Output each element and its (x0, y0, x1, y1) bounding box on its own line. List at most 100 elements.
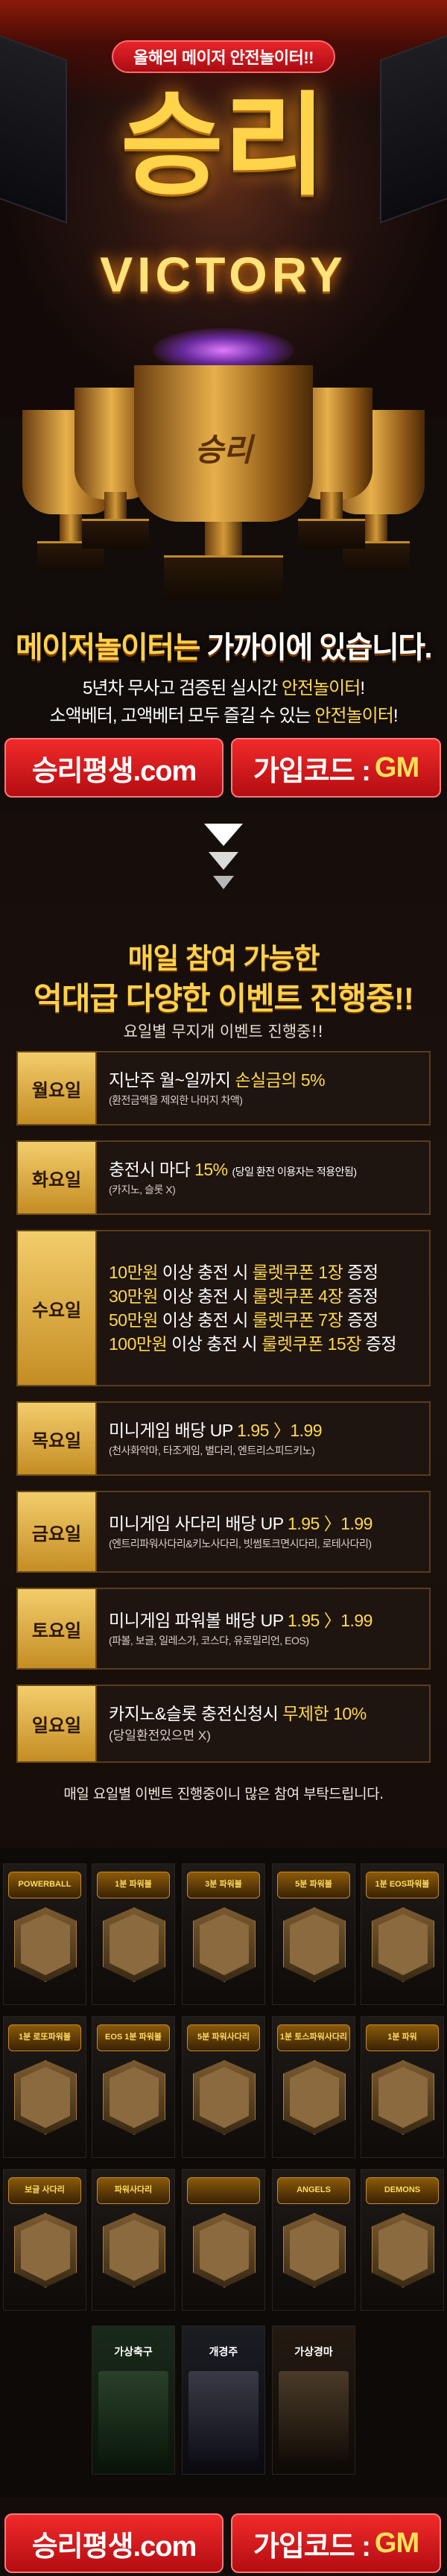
trophy-logo: 승리 (194, 434, 253, 468)
event-note: (파볼, 보글, 일레스가, 코스다, 유로밀리언, EOS) (109, 1634, 309, 1647)
event-row-tuesday: 화요일 충전시 마다 15% (당일 환전 이용자는 적용안됨) (카지노, 슬… (16, 1140, 431, 1215)
day-label: 수요일 (16, 1230, 97, 1386)
event-text: 미니게임 파워볼 배당 UP (109, 1610, 284, 1630)
intro-line-1-highlight: 안전놀이터 (281, 678, 361, 698)
event-body: 미니게임 파워볼 배당 UP 1.95 〉1.99 (파볼, 보글, 일레스가,… (97, 1588, 431, 1670)
event-text: 이상 충전 시 (171, 1334, 258, 1354)
hero-section: 올해의 메이저 안전놀이터!! 승리 VICTORY (0, 0, 447, 417)
game-tile[interactable]: 3분 파워볼 (182, 1863, 265, 2005)
signup-code-label: 가입코드 : (253, 2531, 371, 2563)
events-title-1: 매일 참여 가능한 (127, 944, 320, 975)
game-tile[interactable]: 5분 파워볼 (272, 1863, 355, 2005)
game-tile[interactable] (182, 2169, 265, 2311)
game-title: 파워사다리 (97, 2177, 170, 2204)
intro-line-1-text: 5년차 무사고 검증된 실시간 (83, 678, 278, 698)
event-line: 50만원 이상 충전 시 룰렛쿠폰 7장 증정 (109, 1308, 417, 1332)
game-tile[interactable]: 1분 로또파워볼 (3, 2016, 86, 2158)
game-badge-icon (103, 1907, 165, 1982)
trophies-decoration: 승리 (0, 365, 447, 611)
game-tile[interactable]: EOS 1분 파워볼 (92, 2016, 175, 2158)
logo-korean: 승리 (120, 83, 326, 208)
event-line: 10만원 이상 충전 시 룰렛쿠폰 1장 증정 (109, 1260, 417, 1284)
event-line: 100만원 이상 충전 시 룰렛쿠폰 15장 증정 (109, 1332, 417, 1356)
event-note: (천사화악마, 타조게임, 별다리, 엔트리스피드키노) (109, 1444, 315, 1456)
top-banner: 올해의 메이저 안전놀이터!! (112, 40, 335, 73)
game-badge-icon (14, 2213, 77, 2288)
game-tile[interactable]: 1분 파워 (361, 2016, 444, 2158)
event-line: 30만원 이상 충전 시 룰렛쿠폰 4장 증정 (109, 1284, 417, 1308)
signup-code-value: GM (374, 2527, 419, 2559)
event-text: 이상 충전 시 (162, 1262, 249, 1282)
game-badge-icon (372, 2060, 434, 2135)
virtual-game-tile[interactable]: 가상경마 (272, 2326, 355, 2475)
logo-english: VICTORY (100, 247, 347, 302)
cta-row-top: 승리평생.com 가입코드 : GM (0, 738, 447, 798)
event-amount: 100만원 (109, 1334, 168, 1354)
event-text: 카지노&슬롯 충전신청시 (109, 1703, 279, 1723)
event-note: (카지노, 슬롯 X) (109, 1183, 176, 1196)
event-text: 이상 충전 시 (162, 1286, 249, 1306)
virtual-game-title: 개경주 (209, 2346, 238, 2358)
game-tile[interactable]: ANGELS (272, 2169, 355, 2311)
event-amount: 30만원 (109, 1286, 158, 1306)
event-amount: 50만원 (109, 1310, 158, 1330)
game-title: DEMONS (366, 2177, 439, 2204)
event-text: 이상 충전 시 (162, 1310, 249, 1330)
event-body: 지난주 월~일까지 손실금의 5% (환전금액을 제외한 나머지 차액) (97, 1051, 431, 1126)
event-text: 증정 (347, 1262, 378, 1282)
event-text: 미니게임 배당 UP (109, 1420, 233, 1440)
down-arrow-icon (204, 824, 243, 846)
game-tile[interactable]: 1분 파워볼 (92, 1863, 175, 2005)
intro-line-2: 소액베터, 고액베터 모두 즐길 수 있는 안전놀이터! (0, 701, 447, 727)
game-tile[interactable]: DEMONS (361, 2169, 444, 2311)
signup-code-button[interactable]: 가입코드 : GM (231, 738, 441, 798)
event-body: 10만원 이상 충전 시 룰렛쿠폰 1장 증정 30만원 이상 충전 시 룰렛쿠… (97, 1230, 431, 1386)
game-tile[interactable]: 1분 토스파워사다리 (272, 2016, 355, 2158)
headline-part1: 메이저놀이터는 (15, 631, 201, 664)
event-note: (엔트리파워사다리&키노사다리, 빗썸토크면시다리, 로테사다리) (109, 1537, 372, 1550)
event-highlight: 룰렛쿠폰 7장 (252, 1310, 343, 1330)
game-title: 1분 파워볼 (97, 1872, 170, 1898)
game-badge-icon (283, 2213, 346, 2288)
game-badge-icon (372, 1907, 434, 1982)
site-url-button[interactable]: 승리평생.com (4, 738, 224, 798)
game-title (187, 2177, 260, 2204)
event-highlight: 룰렛쿠폰 1장 (252, 1262, 343, 1282)
game-tile[interactable]: 보글 사다리 (3, 2169, 86, 2311)
events-title-2: 억대급 다양한 이벤트 진행중!! (34, 981, 414, 1016)
event-text: 증정 (347, 1286, 378, 1306)
game-title: 1분 EOS파워볼 (366, 1872, 439, 1898)
event-highlight: 룰렛쿠폰 4장 (252, 1286, 343, 1306)
site-url-button[interactable]: 승리평생.com (4, 2513, 224, 2573)
event-row-wednesday: 수요일 10만원 이상 충전 시 룰렛쿠폰 1장 증정 30만원 이상 충전 시… (16, 1230, 431, 1386)
intro-line-1-end: ! (360, 678, 365, 698)
game-badge-icon (103, 2060, 165, 2135)
event-highlight: 1.95 〉1.99 (237, 1420, 323, 1440)
game-tile[interactable]: 5분 파워사다리 (182, 2016, 265, 2158)
game-title: 5분 파워볼 (277, 1872, 350, 1898)
game-tile[interactable]: 1분 EOS파워볼 (361, 1863, 444, 2005)
virtual-game-tile[interactable]: 가상축구 (92, 2326, 175, 2475)
event-highlight: 1.95 〉1.99 (288, 1610, 372, 1630)
day-label: 월요일 (16, 1051, 97, 1126)
game-title: 보글 사다리 (8, 2177, 81, 2204)
signup-code-label: 가입코드 : (253, 755, 371, 787)
day-label: 화요일 (16, 1140, 97, 1215)
game-badge-icon (14, 2060, 77, 2135)
virtual-game-tile[interactable]: 개경주 (182, 2326, 265, 2475)
signup-code-value: GM (374, 751, 419, 783)
down-arrows (201, 824, 246, 895)
intro-line-2-text: 소액베터, 고액베터 모두 즐길 수 있는 (49, 706, 311, 726)
event-highlight: 룰렛쿠폰 15장 (261, 1334, 361, 1354)
virtual-game-image (279, 2371, 349, 2460)
game-badge-icon (14, 1907, 77, 1982)
signup-code-button[interactable]: 가입코드 : GM (231, 2513, 441, 2573)
game-title: 1분 파워 (366, 2024, 439, 2051)
game-tile[interactable]: 파워사다리 (92, 2169, 175, 2311)
game-tile[interactable]: POWERBALL (3, 1863, 86, 2005)
game-title: 3분 파워볼 (187, 1872, 260, 1898)
event-body: 카지노&슬롯 충전신청시 무제한 10% (당일환전있으면 X) (97, 1685, 431, 1763)
day-label: 목요일 (16, 1401, 97, 1476)
virtual-game-image (98, 2371, 168, 2460)
event-note: (당일환전있으면 X) (109, 1729, 211, 1743)
